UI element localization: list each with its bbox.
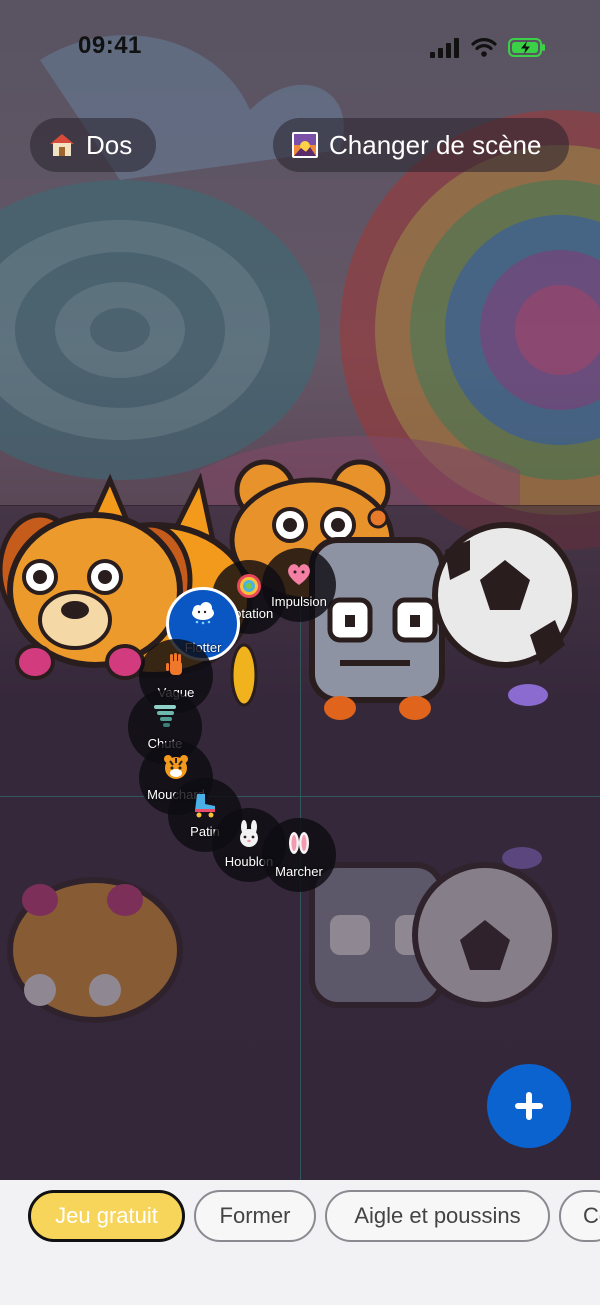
hand-icon xyxy=(166,653,182,675)
sunset-picture-icon xyxy=(292,132,318,158)
status-bar: 09:41 xyxy=(0,0,600,96)
change-scene-button[interactable]: Changer de scène xyxy=(273,118,569,172)
house-icon xyxy=(50,134,74,156)
back-button[interactable]: Dos xyxy=(30,118,156,172)
wifi-icon xyxy=(471,38,497,57)
action-label: Marcher xyxy=(275,864,323,879)
action-marcher[interactable]: Marcher xyxy=(262,818,336,892)
bunny-ears-icon xyxy=(289,832,309,854)
add-button[interactable] xyxy=(487,1064,571,1148)
change-scene-label: Changer de scène xyxy=(329,129,542,160)
roller-skate-icon xyxy=(195,794,215,818)
cloud-icon xyxy=(192,602,214,625)
rabbit-face-icon xyxy=(240,820,258,847)
tab-jeu-gratuit[interactable]: Jeu gratuit xyxy=(28,1190,185,1242)
action-label: Impulsion xyxy=(271,594,327,609)
tab-aigle-et-poussins[interactable]: Aigle et poussins xyxy=(325,1190,550,1242)
plus-icon xyxy=(515,1092,543,1120)
back-label: Dos xyxy=(86,129,133,160)
tornado-icon xyxy=(154,705,176,727)
status-time: 09:41 xyxy=(78,32,142,59)
heart-face-icon xyxy=(288,564,310,585)
cellular-signal-icon xyxy=(430,38,459,58)
battery-charging-icon xyxy=(508,38,545,57)
tab-former[interactable]: Former xyxy=(194,1190,316,1242)
tiger-face-icon xyxy=(164,755,188,779)
action-impulsion[interactable]: Impulsion xyxy=(262,548,336,622)
